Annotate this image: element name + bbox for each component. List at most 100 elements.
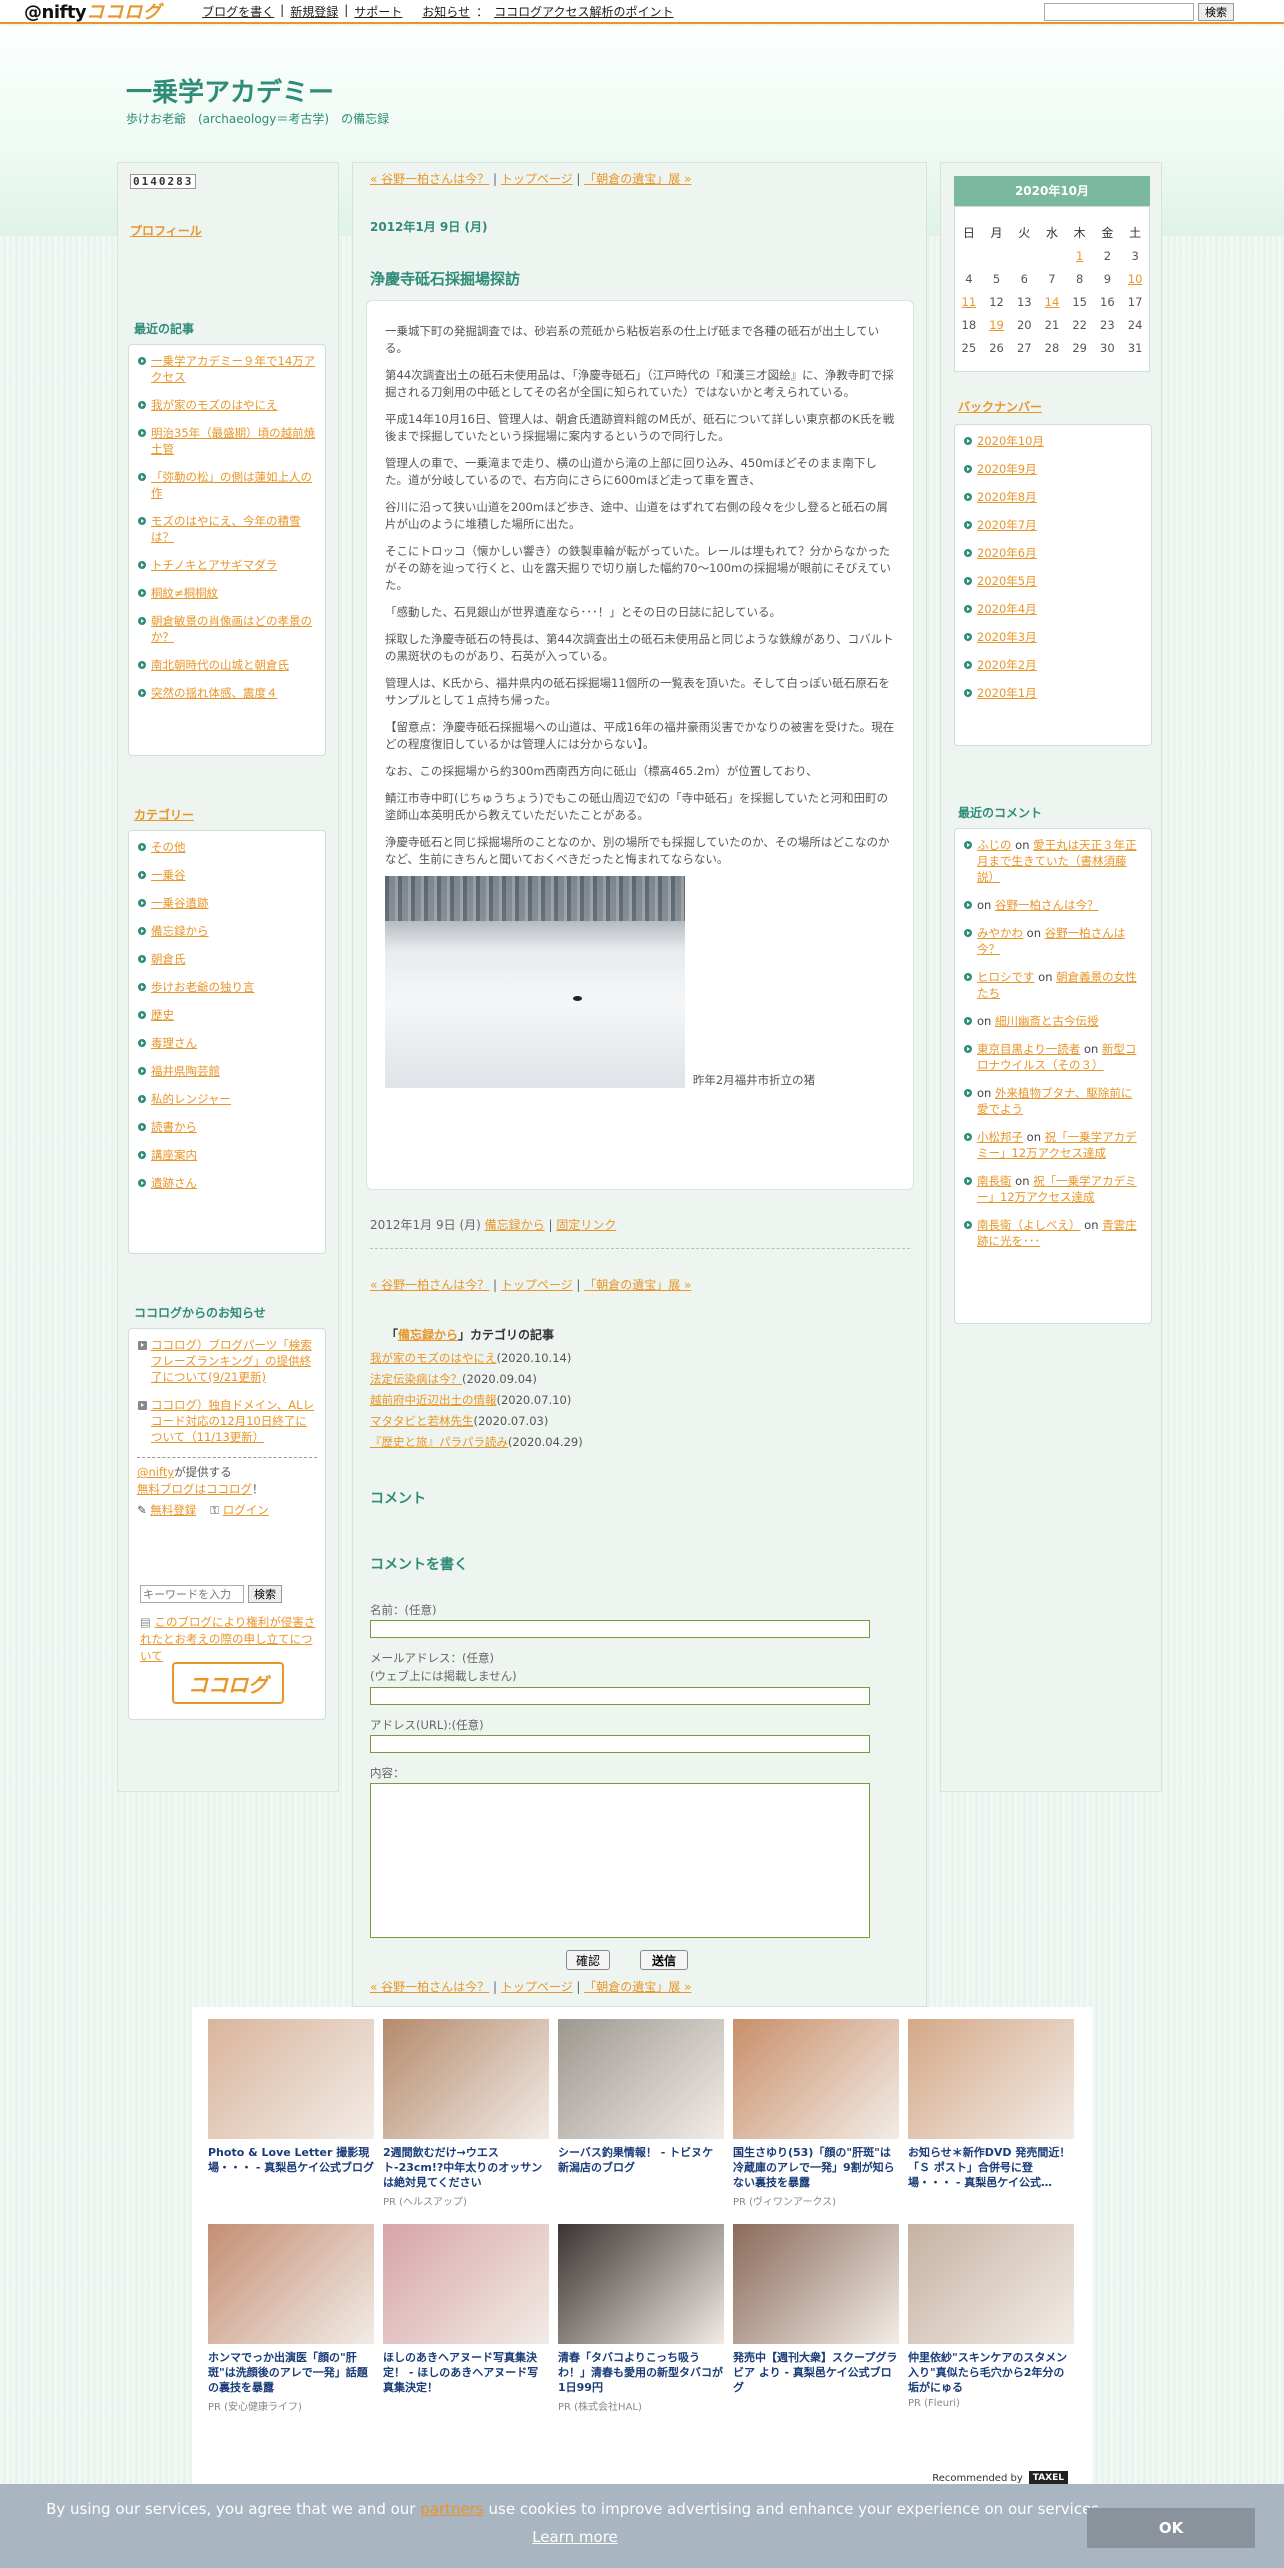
news-link[interactable]: お知らせ: [422, 3, 470, 20]
ad-image[interactable]: [733, 2019, 899, 2139]
category-article-link[interactable]: 我が家のモズのはやにえ: [370, 1351, 497, 1365]
ad-title[interactable]: 国生さゆり(53)「顔の"肝斑"は冷蔵庫のアレで一発」9割が知らない裏技を暴露: [733, 2145, 899, 2190]
ad-image[interactable]: [383, 2224, 549, 2344]
profile-link[interactable]: プロフィール: [130, 224, 202, 238]
cookie-ok-button[interactable]: OK: [1087, 2508, 1255, 2548]
recent-article-link[interactable]: 我が家のモズのはやにえ: [151, 398, 278, 412]
learn-more-link[interactable]: Learn more: [532, 2528, 618, 2546]
category-article-link[interactable]: 『歴史と旅』パラパラ読み: [370, 1435, 508, 1449]
write-blog-link[interactable]: ブログを書く: [202, 3, 274, 20]
ad-image[interactable]: [558, 2224, 724, 2344]
ad-card[interactable]: 仲里依紗"スキンケアのスタメン入り"真似たら毛穴から2年分の垢がにゅる PR (F…: [908, 2224, 1074, 2409]
prev-post-link-2[interactable]: « 谷野一柏さんは今？: [370, 1278, 489, 1292]
comment-textarea[interactable]: [370, 1783, 870, 1938]
category-heading-link[interactable]: カテゴリー: [134, 808, 194, 822]
next-post-link-2[interactable]: 「朝倉の遺宝」展 »: [584, 1278, 691, 1292]
submit-button[interactable]: 送信: [640, 1950, 688, 1970]
ad-title[interactable]: 発売中【週刊大衆】スクープグラビア より - 真梨邑ケイ公式ブログ: [733, 2350, 899, 2395]
backnumber-link[interactable]: 2020年9月: [977, 462, 1037, 476]
next-post-link-3[interactable]: 「朝倉の遺宝」展 »: [584, 1980, 691, 1994]
register-link[interactable]: 新規登録: [290, 3, 338, 20]
ad-image[interactable]: [208, 2019, 374, 2139]
ad-card[interactable]: お知らせ＊新作DVD 発売間近！「Ｓ ポスト」合併号に登場・・・ - 真梨邑ケイ…: [908, 2019, 1074, 2190]
site-title[interactable]: 一乗学アカデミー: [126, 72, 334, 109]
category-article-link[interactable]: マタタビと若林先生: [370, 1414, 474, 1428]
ad-card[interactable]: 2週間飲むだけ→ウエスト-23cm!?中年太りのオッサンは絶対見てください PR …: [383, 2019, 549, 2208]
ad-image[interactable]: [208, 2224, 374, 2344]
snow-photo[interactable]: [385, 876, 685, 1088]
ad-title[interactable]: ホンマでっか出演医「顔の"肝斑"は洗顔後のアレで一発」話題の裏技を暴露: [208, 2350, 374, 2395]
notice-link[interactable]: ココログ）独自ドメイン、ALレコード対応の12月10日終了について（11/13更…: [151, 1398, 314, 1444]
login-link[interactable]: ログイン: [223, 1503, 269, 1517]
rights-notice-link[interactable]: このブログにより権利が侵害されたとお考えの際の申し立てについて: [140, 1615, 315, 1663]
ad-card[interactable]: ほしのあきヘアヌード写真集決定！ - ほしのあきヘアヌード写真集決定！: [383, 2224, 549, 2395]
calendar-day-link[interactable]: 10: [1128, 272, 1143, 286]
recent-article-link[interactable]: 明治35年（最盛期）頃の越前焼土管: [151, 426, 315, 456]
ad-title[interactable]: 仲里依紗"スキンケアのスタメン入り"真似たら毛穴から2年分の垢がにゅる: [908, 2350, 1074, 2395]
category-link[interactable]: 歩けお老爺の独り言: [151, 980, 255, 994]
top-page-link-3[interactable]: トップページ: [501, 1980, 573, 1994]
ad-card[interactable]: 発売中【週刊大衆】スクープグラビア より - 真梨邑ケイ公式ブログ: [733, 2224, 899, 2395]
category-link[interactable]: 遺跡さん: [151, 1176, 197, 1190]
category-articles-link[interactable]: 備忘録から: [398, 1328, 458, 1342]
category-link[interactable]: 福井県陶芸館: [151, 1064, 220, 1078]
next-post-link[interactable]: 「朝倉の遺宝」展 »: [584, 172, 691, 186]
recent-article-link[interactable]: 突然の揺れ体感、震度４: [151, 686, 278, 700]
category-link[interactable]: 一乗谷遺跡: [151, 896, 209, 910]
category-link[interactable]: 読書から: [151, 1120, 197, 1134]
free-blog-link[interactable]: 無料ブログはココログ: [137, 1482, 252, 1496]
nifty-cocolog-logo[interactable]: @niftyココログ: [24, 0, 162, 24]
nifty-link[interactable]: @nifty: [137, 1465, 174, 1479]
ad-image[interactable]: [383, 2019, 549, 2139]
url-input[interactable]: [370, 1735, 870, 1753]
calendar-day-link[interactable]: 19: [989, 318, 1004, 332]
top-page-link-2[interactable]: トップページ: [501, 1278, 573, 1292]
category-link[interactable]: 歴史: [151, 1008, 174, 1022]
ad-title[interactable]: お知らせ＊新作DVD 発売間近！「Ｓ ポスト」合併号に登場・・・ - 真梨邑ケイ…: [908, 2145, 1074, 2190]
email-input[interactable]: [370, 1687, 870, 1705]
recent-article-link[interactable]: 桐紋≠桐桐紋: [151, 586, 218, 600]
partners-link[interactable]: partners: [420, 2500, 483, 2518]
backnumber-link[interactable]: 2020年10月: [977, 434, 1044, 448]
backnumber-link[interactable]: 2020年5月: [977, 574, 1037, 588]
recent-article-link[interactable]: モズのはやにえ、今年の積雪は？: [151, 514, 301, 544]
category-link[interactable]: 毒理さん: [151, 1036, 197, 1050]
sidebar-search-button[interactable]: 検索: [248, 1585, 282, 1603]
name-input[interactable]: [370, 1620, 870, 1638]
category-article-link[interactable]: 法定伝染病は今？: [370, 1372, 462, 1386]
recent-article-link[interactable]: 「弥勒の松」の側は蓮如上人の作: [151, 470, 312, 500]
recent-article-link[interactable]: 朝倉敏景の肖像画はどの孝景のか？: [151, 614, 312, 644]
ad-title[interactable]: シーバス釣果情報！ - トビヌケ新潟店のブログ: [558, 2145, 724, 2175]
calendar-day-link[interactable]: 14: [1045, 295, 1060, 309]
category-link[interactable]: 私的レンジャー: [151, 1092, 231, 1106]
backnumber-link[interactable]: バックナンバー: [958, 400, 1042, 414]
ad-title[interactable]: ほしのあきヘアヌード写真集決定！ - ほしのあきヘアヌード写真集決定！: [383, 2350, 549, 2395]
category-link[interactable]: その他: [151, 840, 186, 854]
ad-card[interactable]: Photo & Love Letter 撮影現場・・・ - 真梨邑ケイ公式ブログ: [208, 2019, 374, 2175]
top-search-input[interactable]: [1044, 3, 1194, 21]
confirm-button[interactable]: 確認: [566, 1950, 610, 1970]
backnumber-link[interactable]: 2020年2月: [977, 658, 1037, 672]
notice-link[interactable]: ココログ）ブログパーツ「検索フレーズランキング」の提供終了について(9/21更新…: [151, 1338, 312, 1384]
ad-image[interactable]: [558, 2019, 724, 2139]
recent-article-link[interactable]: 一乗学アカデミー９年で14万アクセス: [151, 354, 315, 384]
recent-article-link[interactable]: トチノキとアサギマダラ: [151, 558, 277, 572]
comment-article-link[interactable]: 谷野一柏さんは今？: [995, 898, 1099, 912]
news-item-link[interactable]: ココログアクセス解析のポイント: [494, 3, 673, 20]
taxel-logo[interactable]: TAXEL: [1028, 2471, 1068, 2485]
permalink-link[interactable]: 固定リンク: [556, 1218, 616, 1232]
comment-article-link[interactable]: 外来植物ブタナ、駆除前に愛でよう: [977, 1086, 1132, 1116]
category-article-link[interactable]: 越前府中近辺出土の情報: [370, 1393, 497, 1407]
ad-title[interactable]: Photo & Love Letter 撮影現場・・・ - 真梨邑ケイ公式ブログ: [208, 2145, 374, 2175]
comment-article-link[interactable]: 細川幽斎と古今伝授: [995, 1014, 1099, 1028]
backnumber-link[interactable]: 2020年4月: [977, 602, 1037, 616]
comment-author-link[interactable]: 南長衛: [977, 1174, 1012, 1188]
backnumber-link[interactable]: 2020年8月: [977, 490, 1037, 504]
category-link[interactable]: 備忘録から: [151, 924, 209, 938]
comment-author-link[interactable]: 小松邦子: [977, 1130, 1023, 1144]
cocolog-badge[interactable]: ココログ: [172, 1662, 284, 1704]
category-link[interactable]: 講座案内: [151, 1148, 197, 1162]
comment-author-link[interactable]: 南長衛（よしべえ）: [977, 1218, 1081, 1232]
ad-image[interactable]: [733, 2224, 899, 2344]
comment-author-link[interactable]: ヒロシです: [977, 970, 1035, 984]
